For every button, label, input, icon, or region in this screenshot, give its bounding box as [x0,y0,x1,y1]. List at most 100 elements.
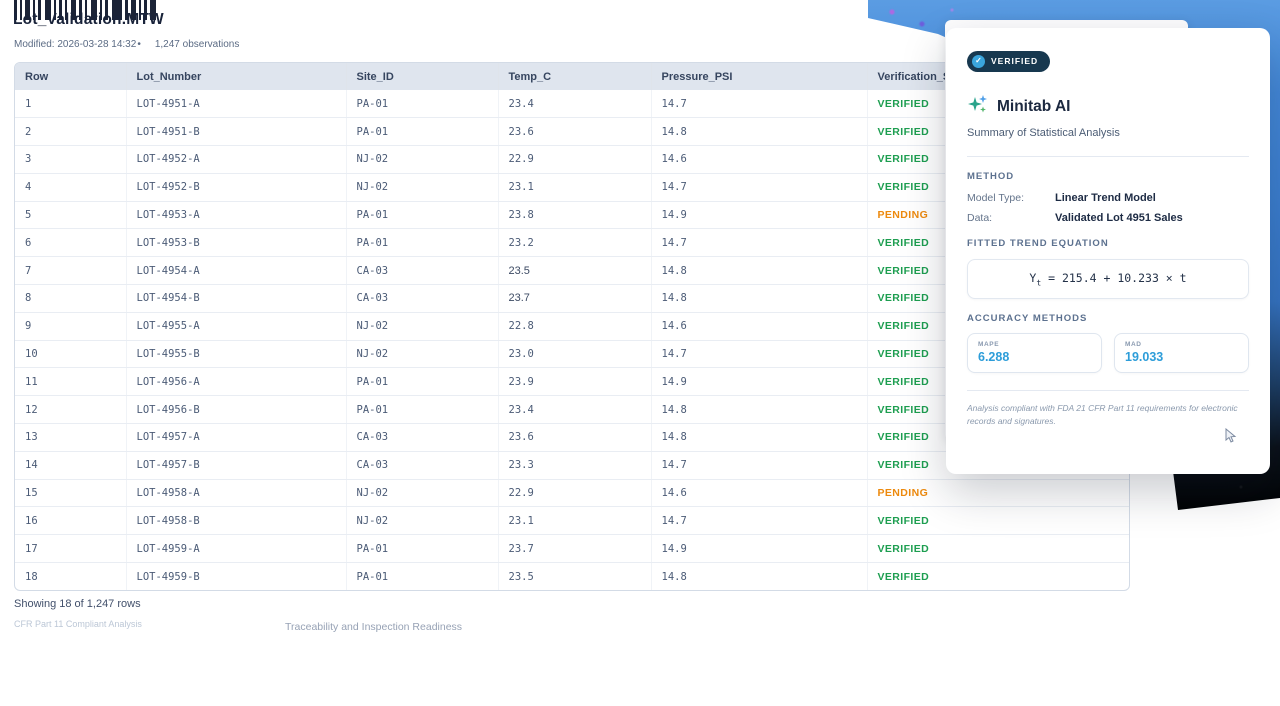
cell-temp-c: 23.7 [498,285,651,313]
divider [967,156,1249,157]
column-header-temp_c[interactable]: Temp_C [498,63,651,90]
cell-pressure-psi: 14.9 [651,535,867,563]
status-badge: VERIFIED [878,376,930,388]
card-title: Minitab AI [997,98,1070,116]
cell-site-id: NJ-02 [346,146,498,174]
status-badge: VERIFIED [878,404,930,416]
table-row[interactable]: 17LOT-4959-APA-0123.714.9VERIFIED [15,535,1130,563]
cell-pressure-psi: 14.9 [651,201,867,229]
cell-pressure-psi: 14.7 [651,90,867,118]
cell-pressure-psi: 14.6 [651,479,867,507]
cell-pressure-psi: 14.8 [651,257,867,285]
equation-rhs: = 215.4 + 10.233 × t [1041,271,1186,285]
check-circle-icon: ✓ [972,55,985,68]
cell-row: 8 [15,285,126,313]
status-badge: VERIFIED [878,459,930,471]
cell-pressure-psi: 14.7 [651,173,867,201]
cell-row: 4 [15,173,126,201]
column-header-row[interactable]: Row [15,63,126,90]
cell-status: VERIFIED [867,563,1130,591]
table-row[interactable]: 16LOT-4958-BNJ-0223.114.7VERIFIED [15,507,1130,535]
cell-temp-c: 23.5 [498,563,651,591]
cell-row: 10 [15,340,126,368]
cell-temp-c: 23.9 [498,368,651,396]
cell-pressure-psi: 14.9 [651,368,867,396]
cell-lot-number: LOT-4957-B [126,451,346,479]
verified-badge-label: VERIFIED [991,56,1038,66]
cell-site-id: PA-01 [346,368,498,396]
cell-site-id: PA-01 [346,229,498,257]
method-table: Model Type: Linear Trend Model Data: Val… [967,192,1249,224]
cell-temp-c: 23.6 [498,424,651,452]
metric-box-mad: MAD 19.033 [1114,333,1249,373]
cell-site-id: PA-01 [346,535,498,563]
cell-pressure-psi: 14.8 [651,285,867,313]
cell-row: 9 [15,312,126,340]
cell-temp-c: 23.0 [498,340,651,368]
cell-site-id: PA-01 [346,90,498,118]
compliance-caption: CFR Part 11 Compliant Analysis [14,619,142,629]
cell-pressure-psi: 14.7 [651,340,867,368]
table-row[interactable]: 15LOT-4958-ANJ-0222.914.6PENDING [15,479,1130,507]
table-row[interactable]: 18LOT-4959-BPA-0123.514.8VERIFIED [15,563,1130,591]
mouse-cursor [1225,428,1237,449]
cell-pressure-psi: 14.6 [651,312,867,340]
verified-badge: ✓ VERIFIED [967,51,1050,72]
column-header-lot_number[interactable]: Lot_Number [126,63,346,90]
status-badge: VERIFIED [878,543,930,555]
cell-row: 14 [15,451,126,479]
cell-pressure-psi: 14.8 [651,424,867,452]
cell-status: VERIFIED [867,507,1130,535]
cell-lot-number: LOT-4958-A [126,479,346,507]
cell-row: 15 [15,479,126,507]
equation-heading: FITTED TREND EQUATION [967,238,1249,249]
cell-pressure-psi: 14.7 [651,507,867,535]
cell-site-id: NJ-02 [346,507,498,535]
cell-lot-number: LOT-4951-B [126,118,346,146]
app-canvas: Lot_Validation.MTW Modified: 2026-03-28 … [0,0,1280,706]
cell-lot-number: LOT-4953-B [126,229,346,257]
metric-value: 19.033 [1125,350,1238,364]
cell-pressure-psi: 14.7 [651,451,867,479]
cell-temp-c: 23.6 [498,118,651,146]
status-badge: VERIFIED [878,126,930,138]
traceability-caption: Traceability and Inspection Readiness [285,621,462,633]
column-header-site_id[interactable]: Site_ID [346,63,498,90]
cell-row: 3 [15,146,126,174]
cell-pressure-psi: 14.7 [651,229,867,257]
cell-row: 5 [15,201,126,229]
status-badge: VERIFIED [878,348,930,360]
status-badge: PENDING [878,487,929,499]
compliance-footnote: Analysis compliant with FDA 21 CFR Part … [967,402,1249,428]
cell-temp-c: 22.9 [498,146,651,174]
divider [967,390,1249,391]
cell-temp-c: 23.1 [498,173,651,201]
cell-temp-c: 23.5 [498,257,651,285]
meta-bullet: • [137,39,141,50]
status-badge: VERIFIED [878,237,930,249]
cell-lot-number: LOT-4957-A [126,424,346,452]
cell-lot-number: LOT-4958-B [126,507,346,535]
status-badge: VERIFIED [878,153,930,165]
cell-lot-number: LOT-4959-A [126,535,346,563]
metric-label: MAD [1125,341,1238,348]
cell-temp-c: 23.1 [498,507,651,535]
cell-pressure-psi: 14.8 [651,396,867,424]
observation-count: 1,247 observations [155,39,240,50]
cell-lot-number: LOT-4952-A [126,146,346,174]
data-value: Validated Lot 4951 Sales [1055,212,1249,224]
cell-lot-number: LOT-4955-A [126,312,346,340]
status-badge: VERIFIED [878,431,930,443]
cell-site-id: PA-01 [346,396,498,424]
status-badge: VERIFIED [878,98,930,110]
cell-site-id: NJ-02 [346,340,498,368]
cell-row: 12 [15,396,126,424]
cell-lot-number: LOT-4954-B [126,285,346,313]
cell-temp-c: 23.3 [498,451,651,479]
column-header-pressure_psi[interactable]: Pressure_PSI [651,63,867,90]
status-badge: VERIFIED [878,292,930,304]
cell-site-id: CA-03 [346,451,498,479]
cell-row: 17 [15,535,126,563]
accuracy-heading: ACCURACY METHODS [967,313,1249,324]
cell-row: 13 [15,424,126,452]
